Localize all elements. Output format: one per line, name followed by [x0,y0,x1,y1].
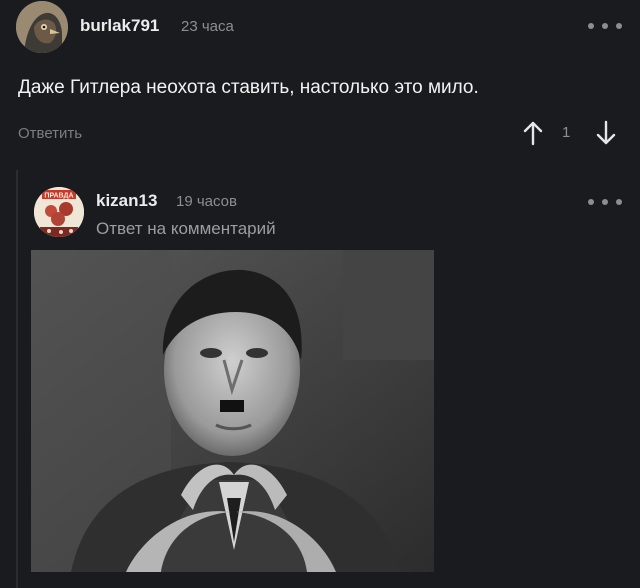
vote-score: 1 [562,124,571,141]
more-options-button[interactable] [588,192,622,212]
thread-line [16,170,18,588]
comment-timestamp: 23 часа [181,18,234,35]
downvote-button[interactable] [594,118,618,148]
reply-button[interactable]: Ответить [18,125,82,142]
arrow-down-icon [596,120,616,145]
upvote-button[interactable] [521,118,545,148]
more-horizontal-icon [588,199,594,205]
avatar[interactable] [16,1,68,53]
reply-to-link[interactable]: Ответ на комментарий [96,219,276,239]
avatar-caption: ПРАВДА [44,193,73,200]
more-horizontal-icon [588,23,594,29]
attached-image[interactable] [31,250,434,572]
comment-timestamp: 19 часов [176,193,237,210]
more-options-button[interactable] [588,16,622,36]
author-name[interactable]: burlak791 [80,16,159,36]
arrow-up-icon [523,121,543,146]
avatar[interactable]: ПРАВДА [34,187,84,237]
author-name[interactable]: kizan13 [96,191,157,211]
comment-text: Даже Гитлера неохота ставить, настолько … [18,77,479,98]
